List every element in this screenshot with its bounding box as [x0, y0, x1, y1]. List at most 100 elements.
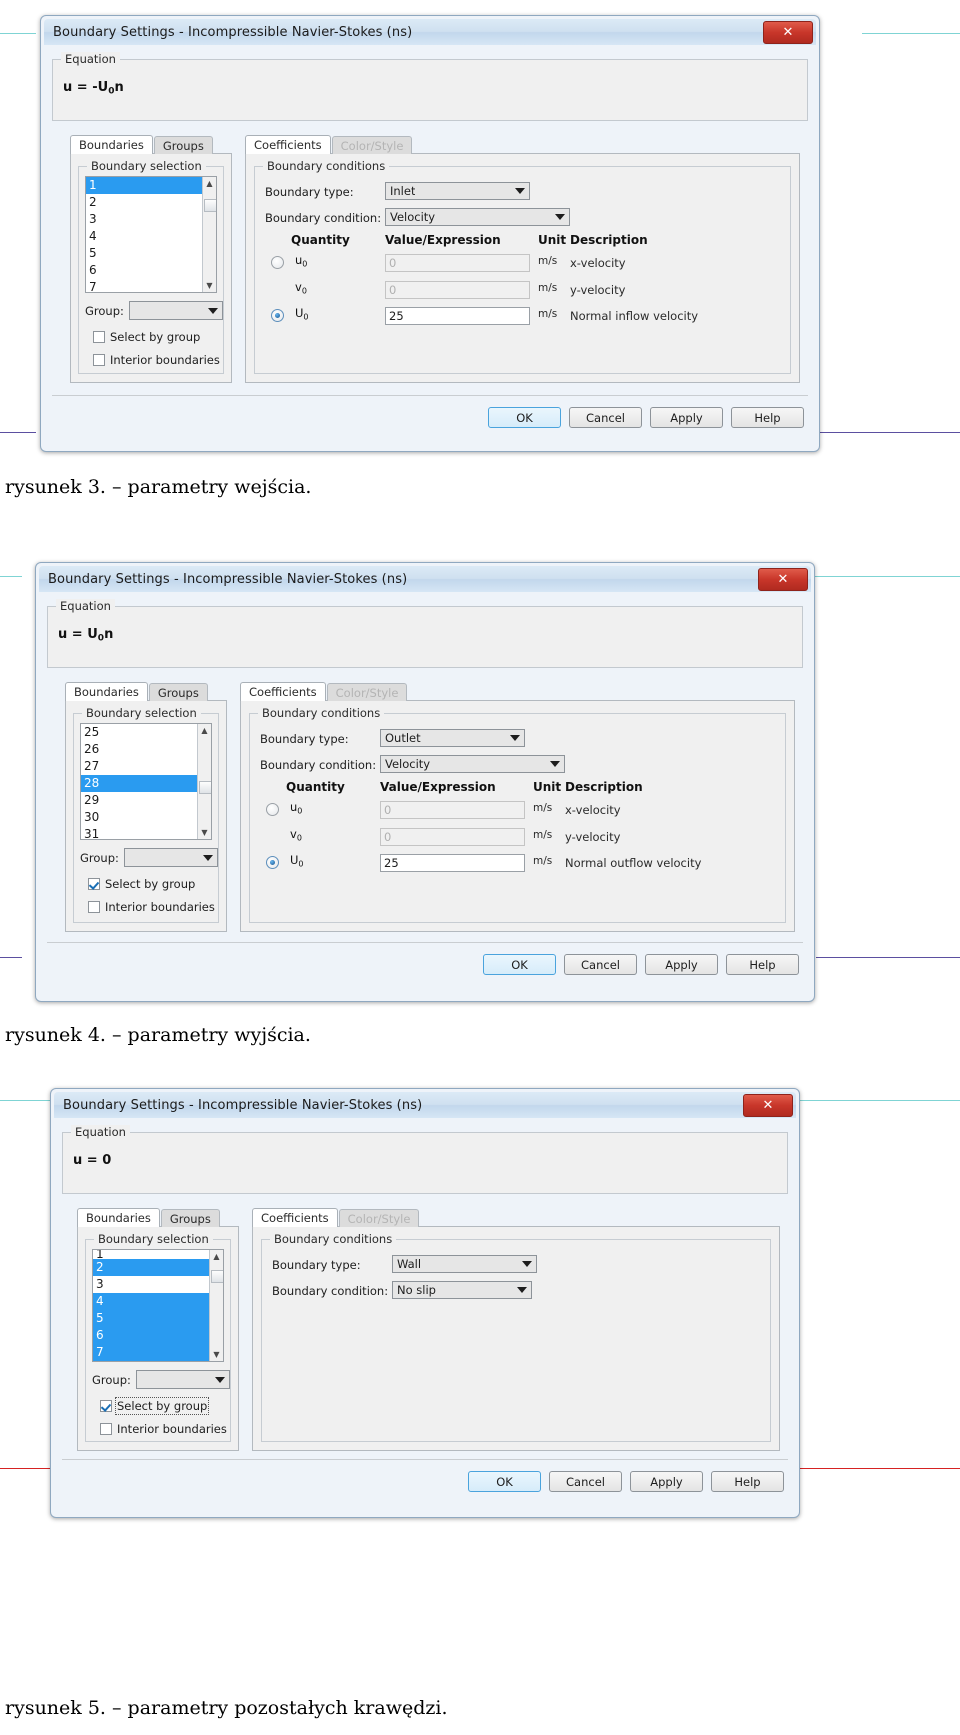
tab-boundaries[interactable]: Boundaries	[70, 135, 153, 154]
interior-boundaries-checkbox[interactable]	[93, 354, 105, 366]
boundary-condition-combo[interactable]: Velocity	[380, 755, 565, 773]
list-item[interactable]: 2	[86, 194, 202, 211]
list-item[interactable]: 3	[86, 211, 202, 228]
tab-coefficients[interactable]: Coefficients	[240, 682, 326, 701]
select-by-group-checkbox[interactable]	[88, 878, 100, 890]
scroll-down-icon[interactable]: ▼	[210, 1348, 223, 1361]
list-item[interactable]: 4	[86, 228, 202, 245]
list-item[interactable]: 2	[93, 1259, 209, 1276]
help-button[interactable]: Help	[731, 407, 804, 428]
boundary-condition-combo[interactable]: No slip	[392, 1281, 532, 1299]
value-field[interactable]: 25	[380, 854, 525, 872]
help-button[interactable]: Help	[726, 954, 799, 975]
apply-button[interactable]: Apply	[645, 954, 718, 975]
tab-boundaries[interactable]: Boundaries	[77, 1208, 160, 1227]
tab-color-style[interactable]: Color/Style	[331, 136, 413, 154]
ok-button[interactable]: OK	[483, 954, 556, 975]
select-by-group-checkbox[interactable]	[100, 1400, 112, 1412]
list-item[interactable]: 28	[81, 775, 197, 792]
title-bar[interactable]: Boundary Settings - Incompressible Navie…	[54, 1092, 796, 1118]
tab-coefficients[interactable]: Coefficients	[252, 1208, 338, 1227]
dialog-buttons[interactable]: OK Cancel Apply Help	[468, 1471, 784, 1492]
boundary-list-scrollbar[interactable]: ▲ ▼	[197, 724, 211, 839]
scroll-down-icon[interactable]: ▼	[198, 826, 211, 839]
value-field[interactable]: 0	[380, 828, 525, 846]
scrollbar-thumb[interactable]	[199, 781, 211, 794]
ok-button[interactable]: OK	[488, 407, 561, 428]
list-item[interactable]: 26	[81, 741, 197, 758]
dialog-buttons[interactable]: OK Cancel Apply Help	[488, 407, 804, 428]
close-icon[interactable]: ✕	[743, 1094, 793, 1117]
list-item[interactable]: 30	[81, 809, 197, 826]
value-field[interactable]: 25	[385, 307, 530, 325]
group-combo[interactable]	[124, 848, 218, 867]
list-item[interactable]: 4	[93, 1293, 209, 1310]
apply-button[interactable]: Apply	[650, 407, 723, 428]
right-tabs[interactable]: Coefficients Color/Style	[240, 682, 795, 701]
boundary-list[interactable]: 1 2 3 4 5 6 7 ▲ ▼	[92, 1249, 224, 1362]
boundary-list[interactable]: 25 26 27 28 29 30 31 ▲ ▼	[80, 723, 212, 840]
list-item[interactable]: 6	[93, 1327, 209, 1344]
list-item[interactable]: 7	[93, 1344, 209, 1361]
select-by-group-row[interactable]: Select by group	[100, 1397, 230, 1415]
title-bar[interactable]: Boundary Settings - Incompressible Navie…	[44, 19, 816, 45]
left-tabs[interactable]: Boundaries Groups	[65, 682, 227, 701]
ok-button[interactable]: OK	[468, 1471, 541, 1492]
boundary-list-items[interactable]: 1 2 3 4 5 6 7	[93, 1250, 209, 1361]
close-icon[interactable]: ✕	[763, 21, 813, 44]
value-field[interactable]: 0	[380, 801, 525, 819]
scroll-up-icon[interactable]: ▲	[210, 1250, 223, 1263]
quantity-radio[interactable]	[266, 856, 279, 869]
boundary-settings-dialog-wall[interactable]: Boundary Settings - Incompressible Navie…	[50, 1088, 800, 1518]
list-item[interactable]: 1	[86, 177, 202, 194]
boundary-type-combo[interactable]: Outlet	[380, 729, 525, 747]
list-item[interactable]: 3	[93, 1276, 209, 1293]
list-item[interactable]: 5	[86, 245, 202, 262]
dialog-buttons[interactable]: OK Cancel Apply Help	[483, 954, 799, 975]
boundary-condition-combo[interactable]: Velocity	[385, 208, 570, 226]
boundary-list-items[interactable]: 25 26 27 28 29 30 31	[81, 724, 197, 839]
scrollbar-thumb[interactable]	[204, 199, 216, 212]
tab-color-style[interactable]: Color/Style	[326, 683, 408, 701]
list-item[interactable]: 1	[93, 1250, 209, 1259]
boundary-settings-dialog-outlet[interactable]: Boundary Settings - Incompressible Navie…	[35, 562, 815, 1002]
left-tabs[interactable]: Boundaries Groups	[70, 135, 232, 154]
scroll-up-icon[interactable]: ▲	[203, 177, 216, 190]
list-item[interactable]: 31	[81, 826, 197, 839]
tab-coefficients[interactable]: Coefficients	[245, 135, 331, 154]
list-item[interactable]: 29	[81, 792, 197, 809]
select-by-group-row[interactable]: Select by group	[93, 330, 223, 344]
scrollbar-thumb[interactable]	[211, 1270, 223, 1283]
right-tabs[interactable]: Coefficients Color/Style	[245, 135, 800, 154]
help-button[interactable]: Help	[711, 1471, 784, 1492]
quantity-radio[interactable]	[271, 256, 284, 269]
boundary-settings-dialog-inlet[interactable]: Boundary Settings - Incompressible Navie…	[40, 15, 820, 452]
select-by-group-row[interactable]: Select by group	[88, 877, 218, 891]
boundary-list-scrollbar[interactable]: ▲ ▼	[209, 1250, 223, 1361]
tab-boundaries[interactable]: Boundaries	[65, 682, 148, 701]
list-item[interactable]: 5	[93, 1310, 209, 1327]
tab-groups[interactable]: Groups	[148, 683, 208, 701]
scroll-down-icon[interactable]: ▼	[203, 279, 216, 292]
apply-button[interactable]: Apply	[630, 1471, 703, 1492]
boundary-list-items[interactable]: 1 2 3 4 5 6 7	[86, 177, 202, 292]
tab-color-style[interactable]: Color/Style	[338, 1209, 420, 1227]
list-item[interactable]: 25	[81, 724, 197, 741]
list-item[interactable]: 6	[86, 262, 202, 279]
right-tabs[interactable]: Coefficients Color/Style	[252, 1208, 780, 1227]
interior-boundaries-row[interactable]: Interior boundaries	[88, 900, 218, 914]
list-item[interactable]: 7	[86, 279, 202, 292]
boundary-type-combo[interactable]: Wall	[392, 1255, 537, 1273]
quantity-radio[interactable]	[266, 803, 279, 816]
value-field[interactable]: 0	[385, 254, 530, 272]
cancel-button[interactable]: Cancel	[569, 407, 642, 428]
scroll-up-icon[interactable]: ▲	[198, 724, 211, 737]
tab-groups[interactable]: Groups	[160, 1209, 220, 1227]
close-icon[interactable]: ✕	[758, 568, 808, 591]
title-bar[interactable]: Boundary Settings - Incompressible Navie…	[39, 566, 811, 592]
boundary-list-scrollbar[interactable]: ▲ ▼	[202, 177, 216, 292]
cancel-button[interactable]: Cancel	[564, 954, 637, 975]
cancel-button[interactable]: Cancel	[549, 1471, 622, 1492]
interior-boundaries-checkbox[interactable]	[100, 1423, 112, 1435]
boundary-type-combo[interactable]: Inlet	[385, 182, 530, 200]
